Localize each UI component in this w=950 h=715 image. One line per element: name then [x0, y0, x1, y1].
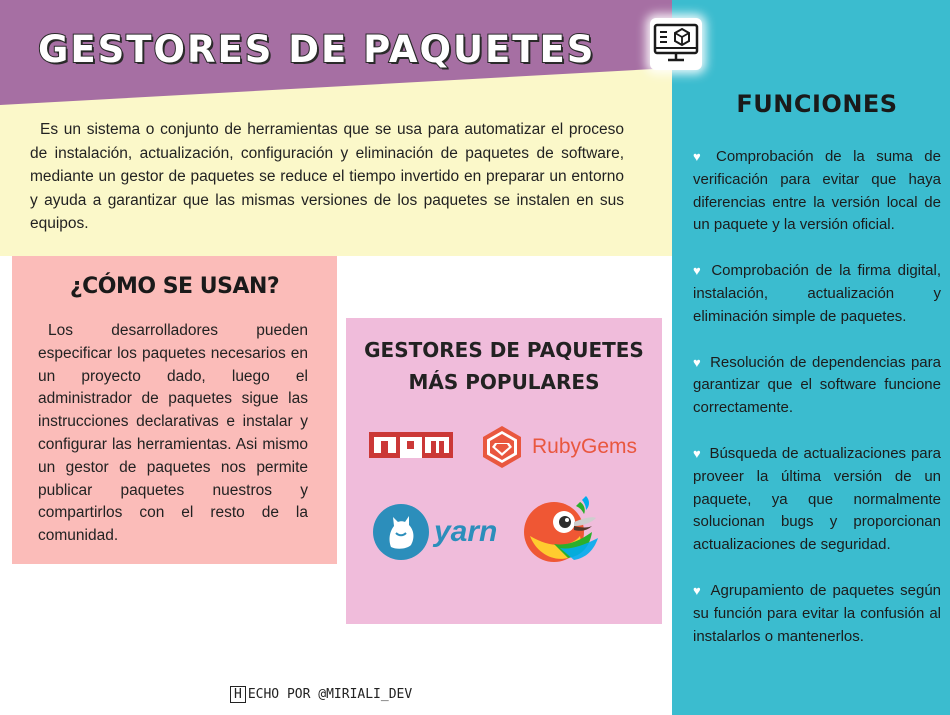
heart-icon: ♥: [693, 582, 703, 598]
intro-paragraph: Es un sistema o conjunto de herramientas…: [30, 121, 624, 232]
yarn-wordmark: yarn: [434, 515, 498, 548]
popular-title: GESTORES DE PAQUETES MÁS POPULARES: [364, 338, 644, 394]
funcion-text: Comprobación de la suma de verificación …: [693, 148, 941, 234]
usage-title: ¿CÓMO SE USAN?: [69, 274, 280, 299]
funcion-text: Comprobación de la firma digital, instal…: [693, 262, 942, 325]
usage-paragraph: Los desarrolladores pueden especificar l…: [38, 322, 308, 545]
list-item: ♥ Comprobación de la firma digital, insta…: [693, 260, 941, 328]
bower-logo: [520, 492, 600, 569]
npm-logo: [369, 432, 453, 467]
list-item: ♥ Búsqueda de actualizaciones para provee…: [693, 443, 941, 557]
yarn-logo: yarn: [372, 503, 497, 561]
funcion-text: Resolución de dependencias para garantiz…: [693, 353, 941, 417]
funcion-text: Agrupamiento de paquetes según su funció…: [693, 581, 942, 645]
heart-icon: ♥: [693, 149, 708, 164]
funciones-title: FUNCIONES: [736, 90, 898, 118]
ruby-gem-icon: [483, 426, 521, 468]
heart-icon: ♥: [693, 354, 703, 370]
list-item: ♥ Comprobación de la suma de verificación…: [693, 146, 941, 237]
rubygems-logo: RubyGems: [480, 424, 637, 470]
footer-badge: H: [230, 686, 246, 703]
computer-monitor-icon: [650, 18, 702, 70]
list-item: ♥ Agrupamiento de paquetes según su funci…: [693, 580, 941, 648]
heart-icon: ♥: [693, 263, 704, 279]
funcion-text: Búsqueda de actualizaciones para proveer…: [693, 444, 941, 554]
footer-text: ECHO POR @MIRIALI_DEV: [247, 687, 413, 702]
yarn-cat-icon: [373, 504, 429, 560]
funciones-list: ♥ Comprobación de la suma de verificación…: [693, 146, 941, 671]
list-item: ♥ Resolución de dependencias para garanti…: [693, 352, 941, 420]
rubygems-wordmark: RubyGems: [532, 435, 638, 458]
page-title: GESTORES DE PAQUETES: [37, 27, 596, 72]
heart-icon: ♥: [693, 445, 702, 461]
footer-credit: H ECHO POR @MIRIALI_DEV: [230, 686, 412, 703]
